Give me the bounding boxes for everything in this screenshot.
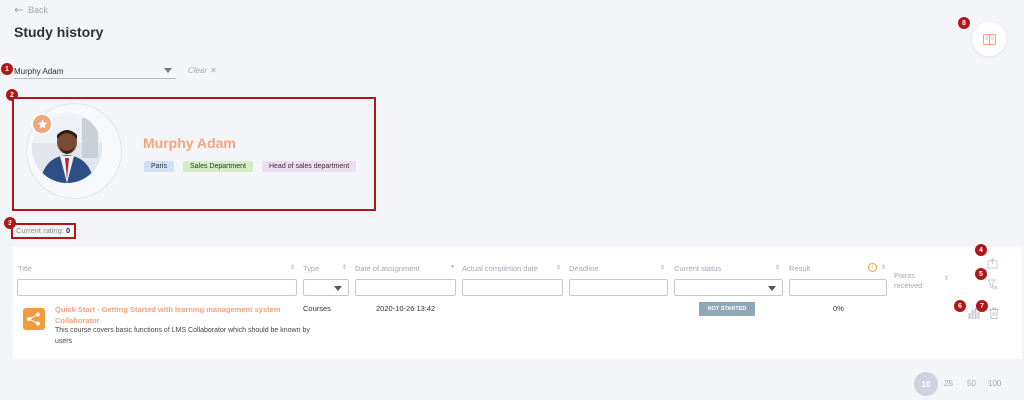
column-header-result[interactable]: Result	[789, 264, 810, 273]
marker-1: 1	[1, 63, 13, 75]
clear-label: Clear	[188, 66, 208, 75]
user-select[interactable]: Murphy Adam	[14, 65, 176, 79]
export-button[interactable]	[972, 22, 1006, 56]
sort-icon[interactable]: ⇕	[775, 264, 780, 271]
page-size-100[interactable]: 100	[988, 379, 1001, 388]
profile-name: Murphy Adam	[143, 135, 236, 151]
course-description: This course covers basic functions of LM…	[55, 327, 310, 345]
page-size-25[interactable]: 25	[944, 379, 953, 388]
profile-tags: Paris Sales Department Head of sales dep…	[144, 161, 357, 172]
column-header-type[interactable]: Type	[303, 264, 319, 273]
course-title-link[interactable]: Quick Start - Getting Started with learn…	[55, 304, 305, 326]
chevron-down-icon	[334, 286, 342, 291]
status-filter-select[interactable]	[674, 279, 783, 296]
sort-icon[interactable]: ⇕	[342, 264, 347, 271]
back-link[interactable]: Back	[14, 5, 48, 15]
status-badge: NOT STARTED	[699, 302, 755, 316]
completion-date-filter[interactable]	[462, 279, 563, 296]
sort-icon[interactable]: ⇕	[556, 264, 561, 271]
chevron-down-icon	[164, 68, 172, 73]
sort-icon[interactable]: ⇕	[944, 275, 949, 282]
column-header-title[interactable]: Title	[18, 264, 32, 273]
column-header-date-assignment[interactable]: Date of assignment	[355, 264, 420, 273]
marker-4: 4	[975, 244, 987, 256]
current-rating: Current rating: 0	[11, 223, 76, 239]
close-icon: ✕	[209, 66, 217, 75]
clear-button[interactable]: Clear ✕	[188, 66, 216, 75]
tag-position: Head of sales department	[261, 161, 357, 172]
date-of-assignment: 2020-10-26 13:42	[376, 304, 436, 313]
marker-6: 6	[954, 300, 966, 312]
tag-location: Paris	[144, 161, 174, 172]
rating-label: Current rating:	[16, 226, 64, 235]
sort-icon[interactable]: ⇕	[881, 264, 886, 271]
arrow-left-icon	[14, 7, 23, 13]
chevron-down-icon	[768, 286, 776, 291]
tag-department: Sales Department	[182, 161, 253, 172]
date-assignment-filter[interactable]	[355, 279, 456, 296]
back-label: Back	[28, 5, 49, 15]
sort-icon[interactable]: ⇕	[660, 264, 665, 271]
rating-value: 0	[66, 226, 71, 235]
sort-down-icon[interactable]: ▼	[450, 264, 455, 270]
user-select-value: Murphy Adam	[14, 67, 64, 76]
title-filter-input[interactable]	[17, 279, 297, 296]
column-header-deadline[interactable]: Deadline	[569, 264, 599, 273]
type-filter-select[interactable]	[303, 279, 349, 296]
sort-icon[interactable]: ⇕	[290, 264, 295, 271]
book-icon	[982, 33, 996, 45]
page-title: Study history	[14, 24, 104, 40]
info-icon[interactable]: !	[868, 263, 877, 272]
page-size-50[interactable]: 50	[967, 379, 976, 388]
export-icon[interactable]	[987, 258, 998, 269]
column-header-completion[interactable]: Actual completion date	[462, 264, 538, 273]
star-icon	[31, 113, 53, 135]
page-size-10[interactable]: 10	[914, 372, 938, 396]
clear-filter-icon[interactable]	[987, 279, 998, 290]
column-header-status[interactable]: Current status	[674, 264, 721, 273]
marker-5: 5	[975, 268, 987, 280]
study-history-table: Title ⇕ Type ⇕ Date of assignment ▼ Actu…	[13, 247, 1022, 359]
marker-8: 8	[958, 17, 970, 29]
result-filter[interactable]	[789, 279, 887, 296]
course-type: Courses	[303, 304, 331, 313]
column-header-points[interactable]: Points received	[894, 271, 939, 291]
marker-7: 7	[976, 300, 988, 312]
trash-icon[interactable]	[989, 307, 999, 319]
profile-card: Murphy Adam Paris Sales Department Head …	[12, 97, 376, 211]
deadline-filter[interactable]	[569, 279, 668, 296]
result-value: 0%	[833, 304, 844, 313]
course-icon	[23, 308, 45, 330]
